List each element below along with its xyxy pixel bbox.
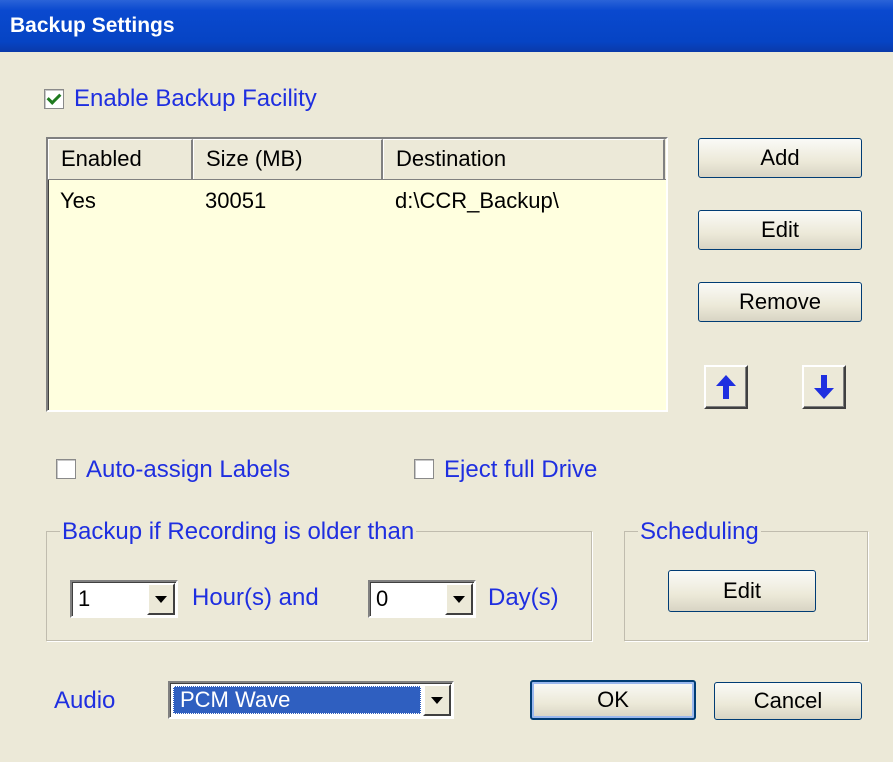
enable-backup-label[interactable]: Enable Backup Facility (74, 85, 317, 113)
window-title-bar[interactable]: Backup Settings (0, 0, 893, 52)
ok-button[interactable]: OK (530, 680, 696, 720)
edit-button[interactable]: Edit (698, 210, 862, 250)
eject-drive-label[interactable]: Eject full Drive (444, 456, 597, 484)
hours-value: 1 (78, 586, 91, 611)
scheduling-title: Scheduling (638, 518, 761, 546)
days-value: 0 (376, 586, 389, 611)
destination-list[interactable]: Enabled Size (MB) Destination Yes 30051 … (46, 137, 668, 412)
auto-assign-checkbox[interactable] (56, 459, 76, 479)
list-item[interactable]: Yes 30051 d:\CCR_Backup\ (48, 180, 666, 214)
column-header-enabled[interactable]: Enabled (48, 139, 193, 179)
cancel-button[interactable]: Cancel (714, 682, 862, 720)
remove-button[interactable]: Remove (698, 282, 862, 322)
arrow-down-icon (814, 375, 834, 399)
arrow-up-icon (716, 375, 736, 399)
add-button[interactable]: Add (698, 138, 862, 178)
backup-settings-dialog: Enable Backup Facility Enabled Size (MB)… (6, 52, 887, 756)
audio-select[interactable]: PCM Wave (168, 681, 454, 719)
cell-destination: d:\CCR_Backup\ (395, 188, 559, 213)
window-title: Backup Settings (10, 14, 175, 37)
audio-label: Audio (54, 687, 116, 714)
list-header: Enabled Size (MB) Destination (48, 139, 666, 180)
auto-assign-label[interactable]: Auto-assign Labels (86, 456, 290, 484)
move-down-button[interactable] (802, 365, 846, 409)
chevron-down-icon[interactable] (147, 583, 175, 615)
move-up-button[interactable] (704, 365, 748, 409)
age-threshold-title: Backup if Recording is older than (60, 518, 417, 546)
column-header-size[interactable]: Size (MB) (193, 139, 383, 179)
enable-backup-checkbox[interactable] (44, 89, 64, 109)
scheduling-edit-button[interactable]: Edit (668, 570, 816, 612)
hours-select[interactable]: 1 (70, 580, 178, 618)
hours-label: Hour(s) and (192, 584, 319, 611)
column-header-destination[interactable]: Destination (383, 139, 665, 179)
chevron-down-icon[interactable] (445, 583, 473, 615)
chevron-down-icon[interactable] (423, 684, 451, 716)
audio-value: PCM Wave (180, 687, 291, 712)
cell-size: 30051 (205, 188, 267, 213)
eject-drive-checkbox[interactable] (414, 459, 434, 479)
days-select[interactable]: 0 (368, 580, 476, 618)
days-label: Day(s) (488, 584, 559, 611)
cell-enabled: Yes (60, 188, 96, 213)
